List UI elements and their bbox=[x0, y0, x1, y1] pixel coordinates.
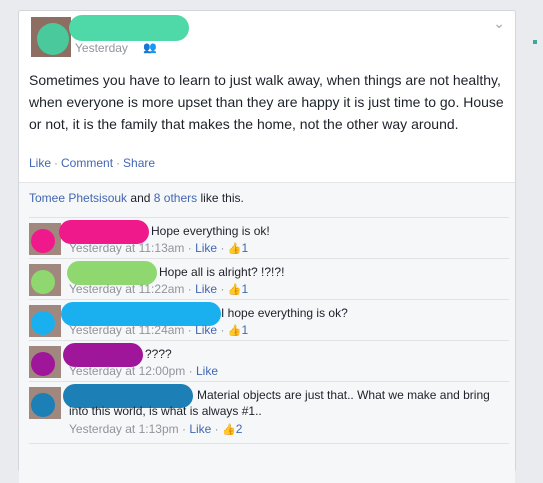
comment-like-link[interactable]: Like bbox=[189, 422, 211, 436]
comment-time[interactable]: Yesterday at 12:00pm bbox=[69, 364, 185, 378]
comment-avatar[interactable] bbox=[29, 305, 61, 337]
comment-meta: Yesterday at 11:24am · Like · 👍1 bbox=[69, 323, 249, 337]
share-link[interactable]: Share bbox=[123, 156, 155, 170]
author-name-redacted[interactable] bbox=[69, 15, 189, 41]
liker-name-link[interactable]: Tomee Phetsisouk bbox=[29, 191, 127, 205]
redaction-blob bbox=[37, 23, 69, 55]
post-card: ⌄ Yesterday 👥 Sometimes you have to lear… bbox=[18, 10, 516, 483]
comment-like-link[interactable]: Like bbox=[195, 323, 217, 337]
thumbs-up-icon: 👍 bbox=[227, 243, 242, 255]
thumbs-up-icon: 👍 bbox=[227, 284, 242, 296]
comment-meta: Yesterday at 12:00pm · Like bbox=[69, 364, 218, 378]
thumbs-up-icon: 👍 bbox=[222, 424, 236, 436]
avatar[interactable] bbox=[31, 17, 71, 57]
thumbs-up-icon: 👍 bbox=[227, 325, 242, 337]
audience-friends-icon[interactable]: 👥 bbox=[143, 41, 157, 54]
others-link[interactable]: 8 others bbox=[154, 191, 197, 205]
likes-summary: Tomee Phetsisouk and 8 others like this. bbox=[29, 191, 244, 205]
comment-like-link[interactable]: Like bbox=[195, 282, 217, 296]
separator: · bbox=[116, 156, 121, 170]
comment-item: Hope all is alright? !?!?! Yesterday at … bbox=[29, 258, 509, 299]
separator: · bbox=[54, 156, 59, 170]
comment-like-count[interactable]: 1 bbox=[241, 241, 248, 255]
comment-meta: Yesterday at 11:13am · Like · 👍1 bbox=[69, 241, 249, 255]
comment-like-count[interactable]: 1 bbox=[241, 282, 248, 296]
comment-like-link[interactable]: Like bbox=[195, 241, 217, 255]
comment-text: ???? bbox=[145, 347, 172, 361]
post-actions: Like · Comment · Share bbox=[29, 156, 155, 170]
comment-link[interactable]: Comment bbox=[61, 156, 113, 170]
comment-text: Hope all is alright? !?!?! bbox=[159, 265, 285, 279]
redaction-blob bbox=[31, 229, 55, 253]
comment-text-line1: Material objects are just that.. What we… bbox=[197, 388, 490, 402]
comment-item bbox=[29, 443, 509, 464]
post-timestamp[interactable]: Yesterday bbox=[75, 41, 128, 55]
comment-item: Hope everything is ok! Yesterday at 11:1… bbox=[29, 217, 509, 258]
comment-avatar[interactable] bbox=[29, 387, 61, 419]
redaction-blob bbox=[31, 311, 55, 335]
likes-and: and bbox=[130, 191, 151, 205]
comment-avatar[interactable] bbox=[29, 346, 61, 378]
redaction-blob bbox=[31, 352, 55, 376]
comment-time[interactable]: Yesterday at 1:13pm bbox=[69, 422, 179, 436]
comment-meta: Yesterday at 11:22am · Like · 👍1 bbox=[69, 282, 249, 296]
comment-meta: Yesterday at 1:13pm · Like · 👍2 bbox=[69, 422, 243, 436]
post-text: Sometimes you have to learn to just walk… bbox=[29, 72, 504, 132]
comment-like-count[interactable]: 1 bbox=[241, 323, 248, 337]
redaction-blob bbox=[31, 270, 55, 294]
comment-text: I hope everything is ok? bbox=[221, 306, 348, 320]
comment-item: I hope everything is ok? Yesterday at 11… bbox=[29, 299, 509, 340]
comment-time[interactable]: Yesterday at 11:13am bbox=[69, 241, 184, 255]
comment-avatar[interactable] bbox=[29, 223, 61, 255]
chevron-down-icon[interactable]: ⌄ bbox=[493, 15, 505, 32]
comment-item: Material objects are just that.. What we… bbox=[29, 381, 509, 442]
comment-avatar[interactable] bbox=[29, 264, 61, 296]
comment-time[interactable]: Yesterday at 11:22am bbox=[69, 282, 184, 296]
decorative-dot bbox=[533, 40, 537, 44]
comment-time[interactable]: Yesterday at 11:24am bbox=[69, 323, 184, 337]
comment-like-link[interactable]: Like bbox=[196, 364, 218, 378]
comment-item: ???? Yesterday at 12:00pm · Like bbox=[29, 340, 509, 381]
likes-suffix: like this. bbox=[200, 191, 244, 205]
like-link[interactable]: Like bbox=[29, 156, 51, 170]
comment-text-line2: into this world, is what is always #1.. bbox=[69, 404, 262, 418]
redaction-blob bbox=[31, 393, 55, 417]
comment-text: Hope everything is ok! bbox=[151, 224, 270, 238]
comment-like-count[interactable]: 2 bbox=[236, 422, 243, 436]
